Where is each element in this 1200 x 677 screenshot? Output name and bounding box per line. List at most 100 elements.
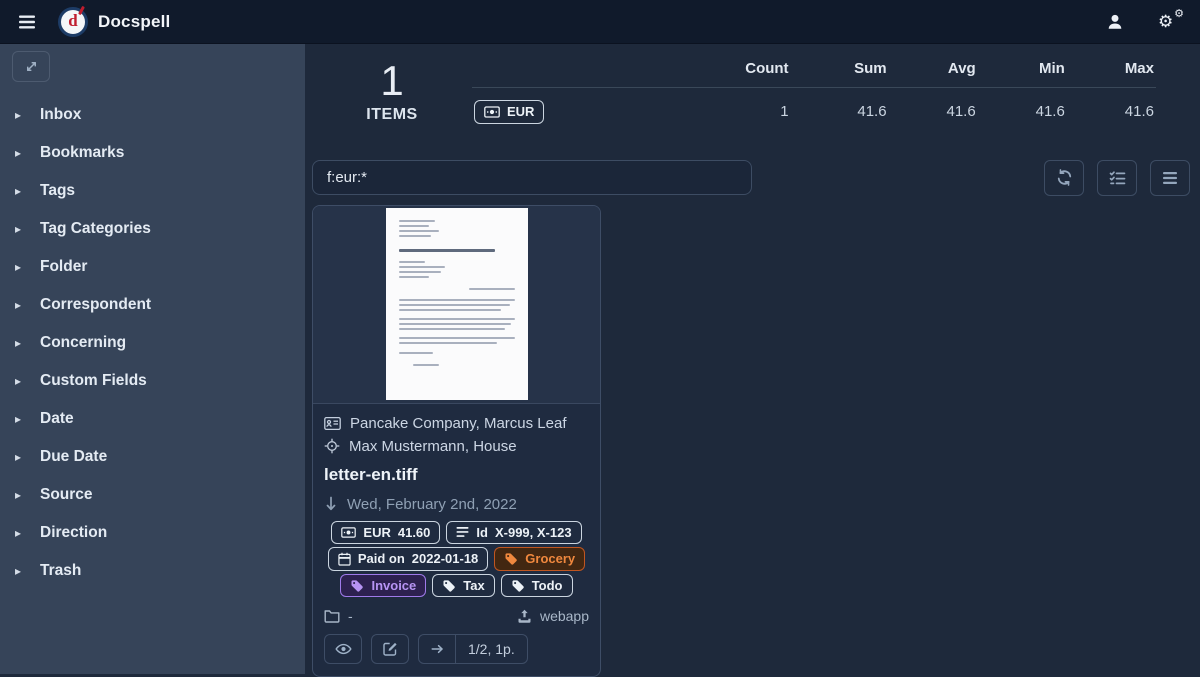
concerning-line: Max Mustermann, House: [313, 438, 600, 455]
view-menu-button[interactable]: [1150, 160, 1190, 196]
caret-right-icon: ▸: [15, 146, 25, 160]
sidebar-item-trash[interactable]: ▸Trash: [0, 552, 305, 590]
search-results: Pancake Company, Marcus Leaf Max Musterm…: [312, 205, 1190, 677]
expand-icon: [24, 59, 39, 74]
sidebar-item-folder[interactable]: ▸ Folder: [0, 248, 305, 286]
sidebar-item-date[interactable]: ▸Date: [0, 400, 305, 438]
select-mode-button[interactable]: [1097, 160, 1137, 196]
app-title: Docspell: [98, 12, 170, 32]
upload-icon: [517, 609, 532, 624]
settings-menu-button[interactable]: ⚙⚙: [1154, 8, 1186, 36]
folder-source-line: - webapp: [313, 608, 600, 624]
sidebar-item-label: Correspondent: [40, 296, 151, 314]
user-menu-button[interactable]: [1102, 9, 1128, 35]
document-thumbnail: [386, 208, 528, 400]
sidebar-item-label: Custom Fields: [40, 372, 147, 390]
concerning-value: Max Mustermann, House: [349, 438, 517, 455]
stat-sum-value: 41.6: [791, 88, 889, 132]
search-sidebar: ▸Inbox ▸Bookmarks ▸Tags ▸Tag Categories …: [0, 44, 305, 674]
id-value: X-999, X-123: [495, 525, 572, 541]
item-card[interactable]: Pancake Company, Marcus Leaf Max Musterm…: [312, 205, 601, 677]
expand-sidebar-button[interactable]: [12, 51, 50, 82]
sidebar-item-inbox[interactable]: ▸ Inbox: [0, 96, 305, 134]
sidebar-item-label: Folder: [40, 258, 87, 276]
top-navbar: d Docspell ⚙⚙: [0, 0, 1200, 44]
address-card-icon: [324, 416, 341, 431]
sidebar-item-label: Tag Categories: [40, 220, 151, 238]
app-brand[interactable]: d Docspell: [58, 7, 170, 37]
preview-button[interactable]: [324, 634, 362, 664]
menu-bars-icon: [1162, 171, 1178, 185]
caret-right-icon: ▸: [15, 374, 25, 388]
sidebar-item-label: Due Date: [40, 448, 107, 466]
attachment-pages-label: 1/2, 1p.: [456, 635, 527, 663]
sidebar-item-source[interactable]: ▸Source: [0, 476, 305, 514]
sidebar-item-tag-categories[interactable]: ▸Tag Categories: [0, 210, 305, 248]
sidebar-item-label: Date: [40, 410, 74, 428]
stat-avg-value: 41.6: [889, 88, 978, 132]
tag-badge-todo[interactable]: Todo: [501, 574, 573, 598]
stat-min-value: 41.6: [978, 88, 1067, 132]
sidebar-item-label: Bookmarks: [40, 144, 124, 162]
amount-value: 41.60: [398, 525, 431, 541]
arrow-down-icon: [324, 496, 338, 512]
checklist-icon: [1109, 170, 1126, 186]
main-content: 1 ITEMS Count Sum Avg Min Max: [305, 44, 1200, 674]
stats-col-min: Min: [978, 56, 1067, 88]
sidebar-sections: ▸Inbox ▸Bookmarks ▸Tags ▸Tag Categories …: [0, 96, 305, 590]
items-count-box: 1 ITEMS: [312, 56, 472, 124]
currency-badge-label: EUR: [507, 104, 534, 120]
search-toolbar: [312, 160, 1190, 196]
sidebar-item-due-date[interactable]: ▸ Due Date: [0, 438, 305, 476]
caret-right-icon: ▸: [15, 450, 25, 464]
item-title: letter-en.tiff: [324, 465, 589, 485]
open-detail-group: 1/2, 1p.: [418, 634, 528, 664]
tag-badge-tax[interactable]: Tax: [432, 574, 494, 598]
caret-right-icon: ▸: [15, 526, 25, 540]
tag-icon: [504, 552, 518, 566]
arrow-right-icon: [430, 642, 445, 656]
currency-stats-table: Count Sum Avg Min Max: [472, 56, 1156, 132]
sidebar-item-label: Direction: [40, 524, 107, 542]
sidebar-item-label: Inbox: [40, 106, 81, 124]
tag-icon: [350, 579, 364, 593]
open-detail-button[interactable]: [419, 635, 456, 663]
stats-col-sum: Sum: [791, 56, 889, 88]
sidebar-item-concerning[interactable]: ▸Concerning: [0, 324, 305, 362]
stats-col-max: Max: [1067, 56, 1156, 88]
tag-badge-invoice[interactable]: Invoice: [340, 574, 426, 598]
sidebar-item-tags[interactable]: ▸Tags: [0, 172, 305, 210]
sidebar-item-label: Concerning: [40, 334, 126, 352]
folder-value: -: [348, 608, 353, 624]
caret-right-icon: ▸: [15, 108, 25, 122]
caret-right-icon: ▸: [15, 260, 25, 274]
correspondent-value: Pancake Company, Marcus Leaf: [350, 415, 567, 432]
sidebar-item-custom-fields[interactable]: ▸ Custom Fields: [0, 362, 305, 400]
sidebar-item-direction[interactable]: ▸ Direction: [0, 514, 305, 552]
amount-currency: EUR: [363, 525, 390, 541]
menu-toggle-button[interactable]: [10, 5, 44, 39]
sidebar-item-label: Source: [40, 486, 93, 504]
currency-badge[interactable]: EUR: [474, 100, 544, 124]
items-count-label: ITEMS: [312, 106, 472, 124]
search-input[interactable]: [312, 160, 752, 195]
eye-icon: [335, 642, 352, 656]
gears-icon: ⚙⚙: [1158, 12, 1182, 32]
due-date-badge: Paid on 2022-01-18: [328, 547, 488, 571]
items-count: 1: [312, 58, 472, 104]
stat-max-value: 41.6: [1067, 88, 1156, 132]
item-date-line: Wed, February 2nd, 2022: [313, 496, 600, 513]
correspondent-line: Pancake Company, Marcus Leaf: [313, 415, 600, 432]
document-preview[interactable]: [313, 206, 600, 404]
stat-count-value: 1: [664, 88, 791, 132]
main-layout: ▸Inbox ▸Bookmarks ▸Tags ▸Tag Categories …: [0, 44, 1200, 674]
sidebar-item-bookmarks[interactable]: ▸ Bookmarks: [0, 134, 305, 172]
sidebar-item-correspondent[interactable]: ▸Correspondent: [0, 286, 305, 324]
sidebar-item-label: Tags: [40, 182, 75, 200]
card-footer: 1/2, 1p.: [313, 624, 600, 676]
edit-button[interactable]: [371, 634, 409, 664]
tag-badge-grocery[interactable]: Grocery: [494, 547, 585, 571]
refresh-button[interactable]: [1044, 160, 1084, 196]
tag-icon: [511, 579, 525, 593]
source-value: webapp: [540, 608, 589, 624]
